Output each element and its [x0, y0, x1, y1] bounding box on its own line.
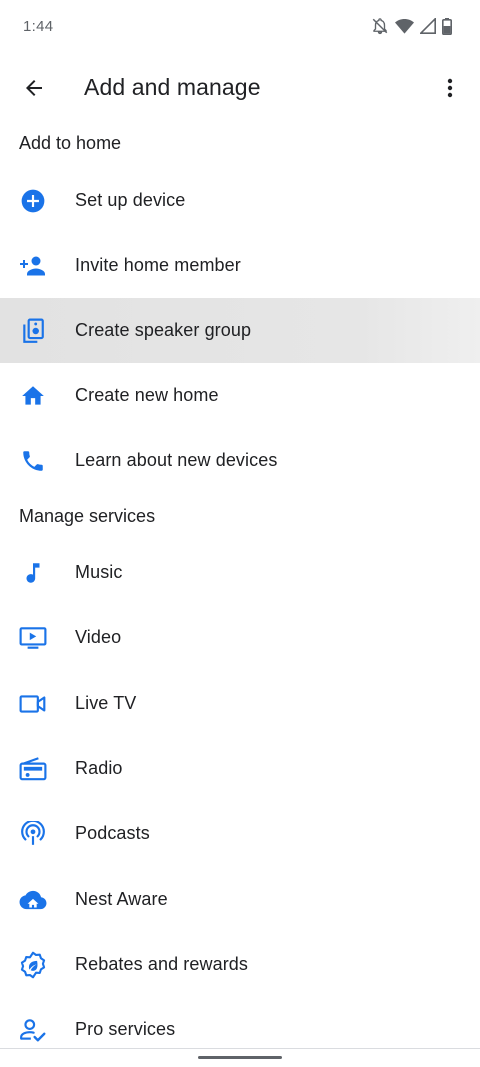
list-item-set-up-device[interactable]: Set up device	[0, 168, 480, 233]
speaker-group-icon	[19, 317, 47, 345]
videocam-icon	[19, 690, 47, 718]
list-item-invite-home-member[interactable]: Invite home member	[0, 233, 480, 298]
person-add-icon	[19, 252, 47, 280]
item-label: Video	[75, 627, 122, 647]
list-item-podcasts[interactable]: Podcasts	[0, 801, 480, 866]
status-icons	[371, 17, 452, 35]
list-item-live-tv[interactable]: Live TV	[0, 671, 480, 736]
item-label: Radio	[75, 758, 123, 778]
app-bar: Add and manage	[0, 56, 480, 122]
list-item-create-speaker-group[interactable]: Create speaker group	[0, 298, 480, 363]
list-item-music[interactable]: Music	[0, 540, 480, 605]
more-vert-icon	[447, 78, 453, 98]
item-label: Rebates and rewards	[75, 954, 248, 974]
battery-icon	[442, 17, 452, 35]
rewards-badge-icon	[19, 951, 47, 979]
arrow-back-icon	[26, 80, 42, 96]
item-label: Live TV	[75, 693, 137, 713]
list-item-nest-aware[interactable]: Nest Aware	[0, 867, 480, 932]
item-label: Set up device	[75, 190, 186, 210]
radio-icon	[19, 755, 47, 783]
home-icon	[19, 382, 47, 410]
item-label: Create new home	[75, 385, 219, 405]
item-label: Learn about new devices	[75, 450, 278, 470]
video-icon	[19, 624, 47, 652]
section-header-manage-services: Manage services	[19, 506, 156, 526]
more-options-button[interactable]	[428, 66, 472, 110]
list-item-radio[interactable]: Radio	[0, 736, 480, 801]
add-circle-icon	[19, 187, 47, 215]
page-title: Add and manage	[84, 74, 261, 100]
bottom-divider	[0, 1048, 480, 1049]
back-button[interactable]	[12, 66, 56, 110]
phone-icon	[19, 447, 47, 475]
music-note-icon	[19, 559, 47, 587]
item-label: Pro services	[75, 1019, 176, 1039]
list-item-create-new-home[interactable]: Create new home	[0, 363, 480, 428]
gesture-nav-handle[interactable]	[198, 1056, 282, 1059]
list-item-pro-services[interactable]: Pro services	[0, 997, 480, 1062]
list-item-learn-about-new-devices[interactable]: Learn about new devices	[0, 428, 480, 493]
cloud-home-icon	[19, 886, 47, 914]
item-label: Create speaker group	[75, 320, 252, 340]
section-header-add-to-home: Add to home	[19, 133, 122, 153]
list-item-video[interactable]: Video	[0, 605, 480, 670]
notifications-off-icon	[372, 18, 388, 35]
item-label: Invite home member	[75, 255, 241, 275]
item-label: Music	[75, 562, 123, 582]
pro-services-icon	[19, 1016, 47, 1044]
item-label: Podcasts	[75, 823, 150, 843]
item-label: Nest Aware	[75, 889, 168, 909]
wifi-icon	[395, 18, 414, 34]
podcasts-icon	[19, 820, 47, 848]
cell-signal-icon	[420, 18, 436, 34]
status-bar: 1:44	[0, 0, 480, 56]
status-time: 1:44	[23, 18, 54, 35]
list-item-rebates-and-rewards[interactable]: Rebates and rewards	[0, 932, 480, 997]
